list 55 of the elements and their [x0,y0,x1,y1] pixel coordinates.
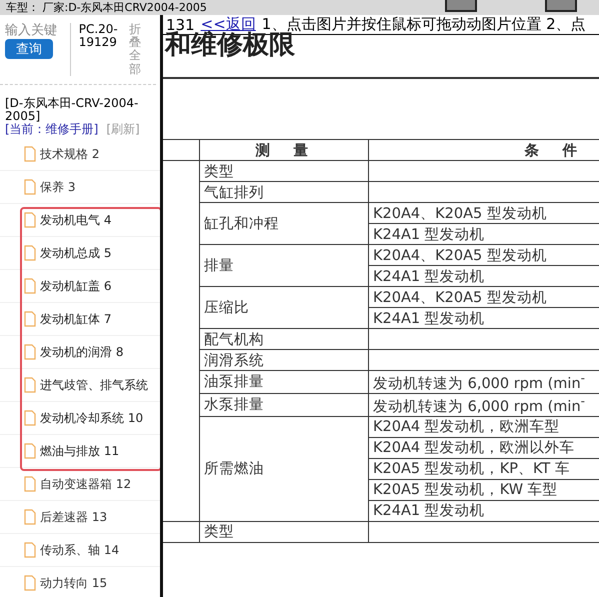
tree-item[interactable]: 发动机冷却系统 10 [0,402,160,436]
file-icon [24,542,36,558]
document-heading: 和维修极限 [164,31,295,59]
table-cell: 压缩比 [200,286,368,328]
table-cell: K24A1 型发动机 [368,500,599,522]
table-cell: K20A4 型发动机，欧洲车型 [368,416,599,438]
hint-text: 1、点击图片并按住鼠标可拖动动图片位置 2、点 [262,15,586,33]
tree-item[interactable]: 保养 3 [0,171,160,204]
table-cell: K20A4 型发动机，欧洲以外车 [368,437,599,458]
code-text: PC.20-19129 [78,23,119,52]
file-icon [24,311,36,328]
table-cell: 类型 [200,160,368,182]
table-cell: 油泵排量 [200,370,368,394]
tree-item[interactable]: 发动机缸盖 6 [0,270,160,304]
file-icon [24,212,36,228]
current-manual-text: [当前：维修手册] [5,122,98,136]
file-icon [24,344,36,360]
file-icon [24,410,36,426]
table-cell: 气缸排列 [200,182,368,202]
table-cell: 润滑系统 [200,350,368,370]
tree-item[interactable]: 发动机电气 4 [0,204,160,238]
model-text: [D-东风本田-CRV-2004-2005] [5,96,140,123]
tree-item[interactable]: 后差速器 13 [0,501,160,534]
column-header: 条 件 [368,140,599,160]
file-icon [24,377,36,394]
file-icon [24,278,36,294]
table-cell: K20A5 型发动机，KW 车型 [368,479,599,500]
table-cell: 所需燃油 [200,416,368,522]
table-cell: 配气机构 [200,328,368,350]
tree-item[interactable]: 动力转向 15 [0,567,160,597]
tree-item[interactable]: 发动机缸体 7 [0,303,160,336]
file-icon [24,476,36,492]
file-icon [24,146,36,162]
table-cell: 水泵排量 [200,393,368,416]
tree-item[interactable]: 燃油与排放 11 [0,435,160,468]
table-cell: 缸孔和冲程 [200,202,368,244]
file-icon [24,509,36,526]
search-button[interactable]: 查询 [5,39,53,59]
file-icon [24,443,36,460]
file-icon [24,179,36,196]
file-icon [24,245,36,262]
table-cell: 类型 [200,521,368,542]
column-header: 测 量 [200,140,368,160]
toolbar-button[interactable] [545,0,577,12]
tree-item[interactable]: 发动机总成 5 [0,237,160,270]
tree-item[interactable]: 进气歧管、排气系统 [0,369,160,402]
tree-item[interactable]: 发动机的润滑 8 [0,336,160,370]
table-cell: 排量 [200,244,368,286]
toolbar-button[interactable] [445,0,477,12]
vehicle-title: 车型： 厂家:D-东风本田CRV2004-2005 [6,0,207,15]
tree-item[interactable]: 传动系、轴 14 [0,534,160,568]
tree-item[interactable]: 技术规格 2 [0,138,160,172]
table-cell: K20A5 型发动机，KP、KT 车 [368,458,599,480]
tree-item[interactable]: 自动变速器箱 12 [0,468,160,502]
file-icon [24,575,36,592]
